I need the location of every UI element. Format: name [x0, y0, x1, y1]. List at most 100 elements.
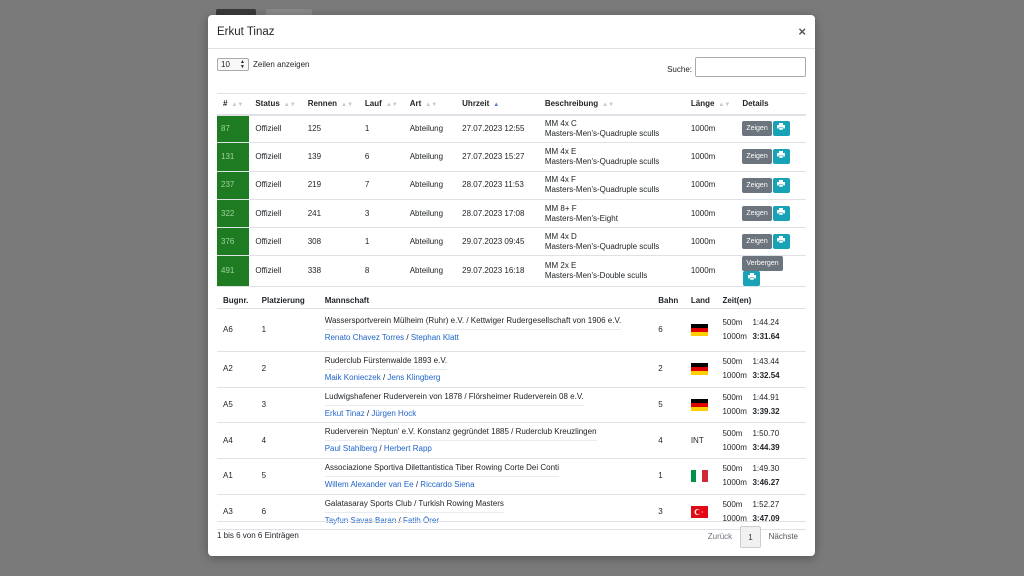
- split-times: 500m 1:43.44 1000m 3:32.54: [722, 356, 800, 382]
- print-icon[interactable]: [772, 234, 790, 250]
- sort-icon: ▲▼: [425, 102, 438, 109]
- race-length: 1000m: [684, 171, 737, 200]
- final-distance: 1000m: [722, 331, 747, 341]
- toggle-details-button[interactable]: Verbergen: [742, 256, 783, 272]
- country: INT: [684, 422, 717, 460]
- print-icon[interactable]: [772, 121, 790, 137]
- toggle-details-button[interactable]: Zeigen: [742, 177, 772, 193]
- column-header-label: Länge: [690, 99, 715, 109]
- race-row: 131 Offiziell 139 6 Abteilung 27.07.2023 15:2…: [217, 142, 806, 172]
- lane: 5: [652, 387, 685, 424]
- search-input[interactable]: [695, 57, 806, 77]
- races-table-body: 87 Offiziell 125 1 Abteilung 27.07.2023 12:55…: [217, 114, 806, 288]
- crew-clubs: Ruderclub Fürstenwalde 1893 e.V.: [324, 355, 448, 370]
- print-icon[interactable]: [743, 271, 761, 287]
- race-lauf: 1: [358, 114, 404, 144]
- split-distance: 500m: [722, 464, 743, 474]
- column-header[interactable]: # ▲▼: [217, 93, 250, 116]
- sort-icon: ▲: [493, 102, 500, 109]
- rower-separator: /: [404, 333, 411, 343]
- column-header-label: Rennen: [307, 99, 338, 109]
- race-rennen: 219: [301, 171, 359, 200]
- rower-link[interactable]: Willem Alexander van Ee: [325, 480, 414, 489]
- column-header[interactable]: Status ▲▼: [249, 93, 302, 116]
- detail-column-header: Mannschaft: [318, 295, 653, 309]
- result-row: A1 5 Associazione Sportiva Dilettantistica…: [217, 458, 806, 495]
- race-rennen: 139: [301, 142, 359, 172]
- race-uhrzeit: 29.07.2023 16:18: [456, 255, 539, 288]
- rower-link[interactable]: Paul Stahlberg: [325, 444, 377, 453]
- final-time: 3:31.64: [752, 331, 780, 341]
- rows-per-page-select[interactable]: 10 ▲ ▼: [217, 58, 249, 71]
- race-description-code: MM 2x E: [544, 261, 577, 271]
- country-code: INT: [690, 435, 704, 445]
- race-length: 1000m: [684, 142, 737, 172]
- detail-column-header: Zeit(en): [716, 295, 806, 309]
- result-detail-table: Bugnr. Platzierung Mannschaft Bahn Land Zeit(…: [217, 295, 806, 531]
- split-time: 1:50.70: [752, 428, 780, 438]
- bow-number: A2: [217, 351, 256, 388]
- modal-title: Erkut Tinaz: [217, 25, 275, 38]
- column-header[interactable]: Art ▲▼: [403, 93, 457, 116]
- race-description-code: MM 4x E: [544, 146, 577, 156]
- crew: Wassersportverein Mülheim (Ruhr) e.V. / …: [318, 308, 653, 352]
- column-header-label: Uhrzeit: [462, 99, 490, 109]
- close-icon[interactable]: ×: [798, 25, 806, 38]
- bow-number: A5: [217, 387, 256, 424]
- rower-link[interactable]: Erkut Tinaz: [325, 409, 365, 418]
- final-time: 3:32.54: [752, 371, 780, 381]
- rower-link[interactable]: Renato Chavez Torres: [325, 333, 404, 342]
- final-distance: 1000m: [722, 407, 747, 417]
- race-number: 131: [217, 142, 250, 172]
- column-header-label: Lauf: [364, 99, 382, 109]
- rower-link[interactable]: Jens Klingberg: [387, 373, 440, 382]
- race-number: 376: [217, 227, 250, 257]
- split-time: 1:49.30: [752, 464, 780, 474]
- final-time: 3:44.39: [752, 442, 780, 452]
- rower-link[interactable]: Stephan Klatt: [411, 333, 459, 342]
- detail-table-header: Bugnr. Platzierung Mannschaft Bahn Land Zeit(…: [217, 295, 806, 309]
- sort-icon: ▲▼: [231, 102, 244, 109]
- column-header[interactable]: Rennen ▲▼: [301, 93, 359, 116]
- rower-link[interactable]: Herbert Rapp: [384, 444, 432, 453]
- next-page-button[interactable]: Nächste: [761, 526, 806, 548]
- toggle-details-button[interactable]: Zeigen: [742, 206, 772, 222]
- column-header[interactable]: Uhrzeit ▲: [456, 93, 539, 116]
- times: 500m 1:44.24 1000m 3:31.64: [716, 308, 806, 352]
- prev-page-button[interactable]: Zurück: [700, 526, 740, 548]
- rower-link[interactable]: Jürgen Hock: [371, 409, 416, 418]
- race-rennen: 125: [301, 114, 359, 144]
- country: [684, 308, 717, 352]
- italy-flag-icon: [690, 470, 708, 483]
- column-header[interactable]: Beschreibung ▲▼: [538, 93, 685, 116]
- current-page-button[interactable]: 1: [740, 526, 761, 548]
- detail-column-header: Bahn: [652, 295, 685, 309]
- split-times: 500m 1:50.70 1000m 3:44.39: [722, 428, 800, 454]
- lane: 2: [652, 351, 685, 388]
- print-icon[interactable]: [772, 177, 790, 193]
- result-row: A4 4 Ruderverein 'Neptun' e.V. Konstanz ge…: [217, 422, 806, 460]
- toggle-details-button[interactable]: Zeigen: [742, 121, 772, 137]
- rower-link[interactable]: Riccardo Siena: [420, 480, 474, 489]
- column-header[interactable]: Länge ▲▼: [684, 93, 737, 116]
- race-number: 87: [217, 114, 250, 144]
- print-icon[interactable]: [772, 149, 790, 165]
- toggle-details-button[interactable]: Zeigen: [742, 234, 772, 250]
- race-rennen: 241: [301, 199, 359, 229]
- rower-link[interactable]: Maik Konieczek: [325, 373, 381, 382]
- race-lauf: 7: [358, 171, 404, 200]
- column-header[interactable]: Lauf ▲▼: [358, 93, 404, 116]
- table-footer: 1 bis 6 von 6 Einträgen Zurück 1 Nächste: [217, 521, 806, 548]
- lane: 1: [652, 458, 685, 495]
- sort-icon: ▲▼: [283, 102, 296, 109]
- crew-rowers: Erkut Tinaz / Jürgen Hock: [325, 408, 647, 420]
- race-description-name: Masters-Men's-Quadruple sculls: [544, 241, 660, 251]
- race-details: Verbergen: [736, 255, 806, 288]
- race-number: 322: [217, 199, 250, 229]
- result-row: A6 1 Wassersportverein Mülheim (Ruhr) e.V.…: [217, 308, 806, 352]
- placement: 3: [255, 387, 319, 424]
- race-lauf: 3: [358, 199, 404, 229]
- toggle-details-button[interactable]: Zeigen: [742, 149, 772, 165]
- split-times: 500m 1:49.30 1000m 3:46.27: [722, 463, 800, 489]
- print-icon[interactable]: [772, 206, 790, 222]
